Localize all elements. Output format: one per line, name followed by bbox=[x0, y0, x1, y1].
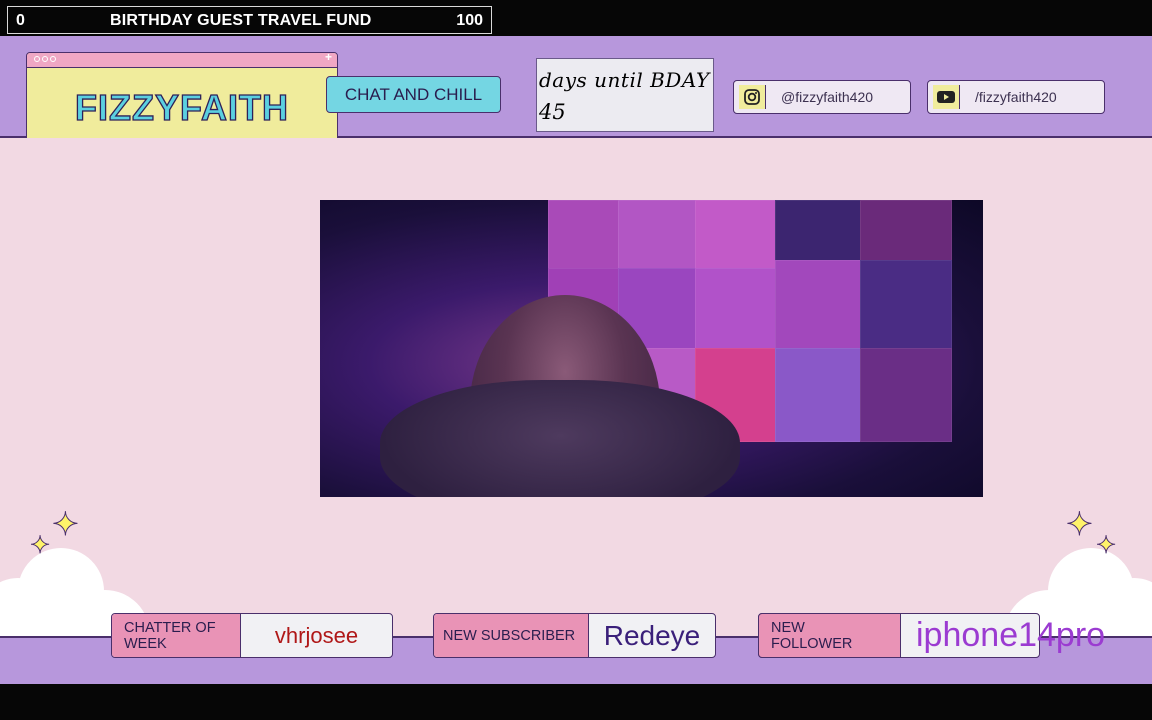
top-bar: 0 BIRTHDAY GUEST TRAVEL FUND 100 bbox=[0, 0, 1152, 36]
poster-tile bbox=[860, 348, 952, 442]
poster-tile bbox=[548, 200, 620, 270]
poster-tile bbox=[695, 268, 777, 350]
blanket-shape bbox=[380, 380, 740, 497]
window-dot-icon bbox=[42, 56, 48, 62]
goal-max: 100 bbox=[456, 12, 483, 29]
channel-logo-text: FIZZYFAITH bbox=[74, 86, 289, 128]
chatter-of-week-card: CHATTER OF WEEK vhrjosee bbox=[111, 613, 393, 658]
sparkle-icon: ✦ bbox=[1095, 532, 1117, 559]
new-follower-card: NEW FOLLOWER iphone14pro bbox=[758, 613, 1105, 658]
instagram-handle: @fizzyfaith420 bbox=[781, 89, 874, 105]
birthday-countdown: days until BDAY 45 bbox=[536, 58, 714, 132]
sparkle-icon: ✦ bbox=[1066, 506, 1094, 542]
plus-icon: + bbox=[324, 52, 332, 64]
poster-tile bbox=[775, 260, 862, 352]
new-subscriber-card: NEW SUBSCRIBER Redeye bbox=[433, 613, 716, 658]
goal-title: BIRTHDAY GUEST TRAVEL FUND bbox=[110, 12, 372, 29]
new-subscriber-name: Redeye bbox=[603, 619, 701, 651]
poster-tile bbox=[775, 348, 862, 442]
chatter-of-week-name: vhrjosee bbox=[274, 622, 359, 648]
instagram-handle-card: @fizzyfaith420 bbox=[733, 80, 911, 114]
youtube-handle: /fizzyfaith420 bbox=[975, 89, 1057, 105]
logo-window-titlebar: + bbox=[27, 53, 337, 68]
new-follower-name: iphone14pro bbox=[916, 616, 1106, 654]
countdown-label: days until BDAY bbox=[539, 68, 710, 92]
goal-bar: 0 BIRTHDAY GUEST TRAVEL FUND 100 bbox=[7, 6, 492, 34]
poster-tile bbox=[860, 200, 952, 262]
sparkle-icon: ✦ bbox=[29, 532, 51, 559]
youtube-icon bbox=[933, 85, 960, 109]
webcam-feed bbox=[320, 200, 983, 497]
window-dot-icon bbox=[34, 56, 40, 62]
stream-category-badge: CHAT AND CHILL bbox=[326, 76, 501, 113]
chatter-of-week-label: CHATTER OF WEEK bbox=[112, 614, 241, 657]
youtube-handle-card: /fizzyfaith420 bbox=[927, 80, 1105, 114]
goal-min: 0 bbox=[16, 12, 25, 29]
window-dot-icon bbox=[50, 56, 56, 62]
new-follower-label: NEW FOLLOWER bbox=[758, 613, 901, 658]
instagram-icon bbox=[739, 85, 766, 109]
bottom-bar bbox=[0, 684, 1152, 720]
countdown-value: 45 bbox=[539, 100, 566, 124]
new-subscriber-label: NEW SUBSCRIBER bbox=[434, 614, 589, 657]
poster-tile bbox=[618, 200, 697, 270]
poster-tile bbox=[860, 260, 952, 350]
sparkle-icon: ✦ bbox=[52, 506, 80, 542]
poster-tile bbox=[695, 200, 777, 270]
poster-tile bbox=[775, 200, 862, 262]
